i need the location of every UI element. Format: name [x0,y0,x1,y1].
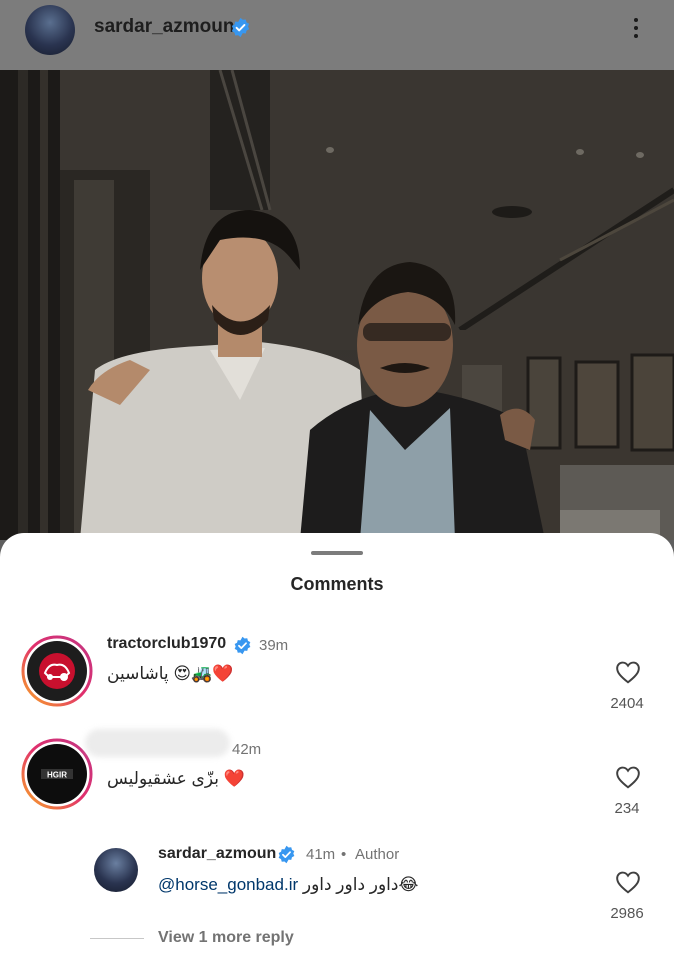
like-heart-icon[interactable] [615,870,641,894]
comments-sheet: Comments tractorclub1970 39m پاشاسین 😍🚜❤… [0,533,674,972]
post-photo[interactable] [0,70,674,540]
mention-link[interactable]: @horse_gonbad.ir [158,875,298,894]
like-count: 234 [614,800,640,817]
reply-body: داور داور داور😂 [298,875,419,894]
reply-text: @horse_gonbad.ir داور داور داور😂 [158,875,418,895]
reply-username[interactable]: sardar_azmoun [158,845,276,863]
comment-timestamp: 39m [259,637,289,654]
post-author-username[interactable]: sardar_azmoun [94,16,234,38]
like-count: 2404 [610,695,644,712]
drag-handle[interactable] [311,551,363,555]
verified-badge-icon [231,17,250,38]
like-heart-icon[interactable] [615,660,641,684]
comment-text: بزّی عشقیولیس ❤️ [107,769,245,788]
view-more-replies-button[interactable]: View 1 more reply [158,929,294,947]
hgir-avatar[interactable]: HGIR [21,738,93,810]
blurred-username [85,729,230,757]
more-options-icon[interactable] [626,14,646,44]
hgir-logo-text: HGIR [47,771,67,780]
photo-scene [0,70,674,540]
like-count: 2986 [610,905,644,922]
reply-separator: • [341,846,347,863]
comment-timestamp: 42m [232,741,262,758]
author-label: Author [355,846,400,863]
comments-title: Comments [290,574,384,594]
comment-text: پاشاسین 😍🚜❤️ [107,664,234,683]
view-replies-line [90,938,144,939]
post-author-avatar[interactable] [25,5,75,55]
reply-author-avatar[interactable] [94,848,138,892]
comment-username[interactable]: tractorclub1970 [107,635,226,653]
verified-badge-icon [278,845,295,864]
verified-badge-icon [234,636,251,655]
post-header: sardar_azmoun [0,0,674,70]
tractorclub-avatar[interactable] [21,635,93,707]
like-heart-icon[interactable] [615,765,641,789]
reply-timestamp: 41m [306,846,336,863]
